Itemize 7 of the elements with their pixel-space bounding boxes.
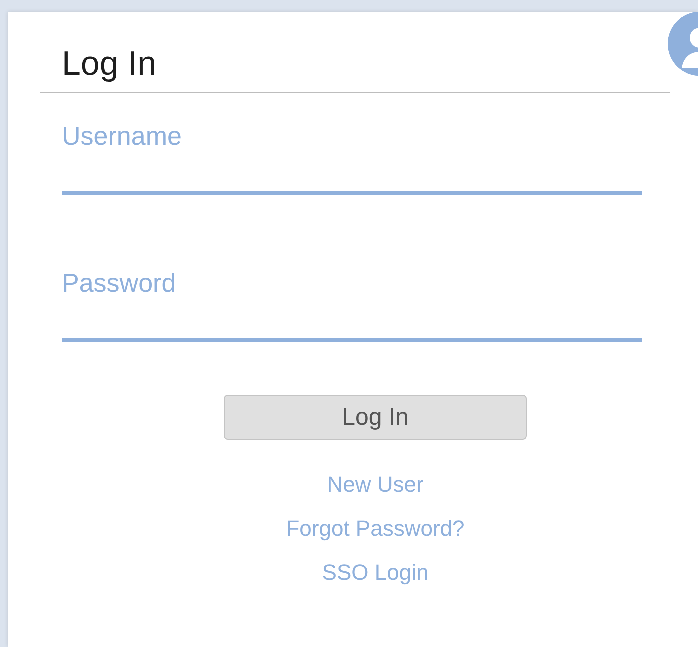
input-field[interactable]: Password — [62, 268, 642, 342]
link[interactable]: SSO Login — [322, 560, 429, 586]
login-button[interactable]: Log In — [224, 395, 527, 440]
page-title: Log In — [61, 44, 157, 84]
input-field[interactable]: Username — [62, 121, 642, 195]
link[interactable]: Forgot Password? — [286, 516, 465, 542]
link[interactable]: New User — [327, 472, 424, 498]
